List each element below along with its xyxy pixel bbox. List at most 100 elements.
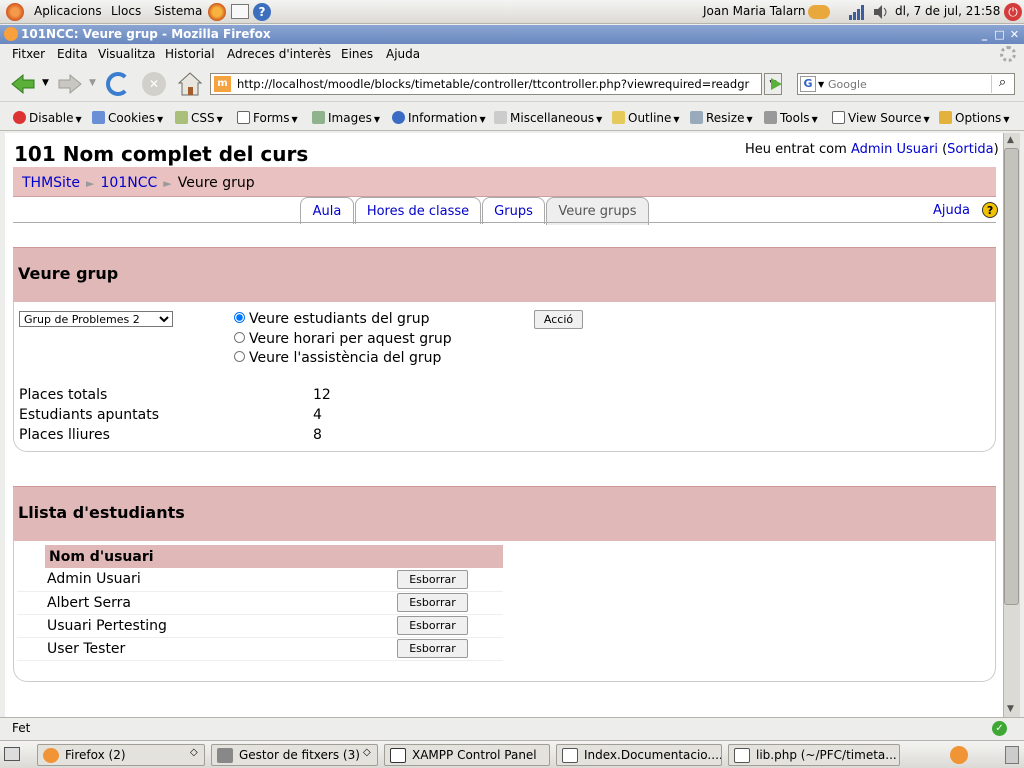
outline-pencil-icon: [612, 111, 625, 124]
search-engine-icon[interactable]: G: [800, 76, 816, 92]
show-desktop-icon[interactable]: [4, 747, 20, 761]
home-icon[interactable]: [177, 71, 203, 97]
status-ok-icon[interactable]: ✓: [992, 721, 1007, 736]
menu-eines[interactable]: Eines: [341, 47, 373, 61]
dropdown-arrow-icon: ▼: [923, 115, 930, 124]
login-info: Heu entrat com Admin Usuari (Sortida): [745, 142, 999, 157]
table-header-username: Nom d'usuari: [45, 545, 395, 568]
forward-history-dropdown-icon[interactable]: ▼: [89, 78, 96, 88]
radio-view-timetable[interactable]: Veure horari per aquest grup: [234, 331, 452, 347]
dropdown-arrow-icon: ▼: [479, 115, 486, 124]
firefox-tray-icon[interactable]: [950, 746, 968, 764]
student-name: Usuari Pertesting: [45, 614, 395, 638]
wd-outline[interactable]: Outline ▼: [612, 111, 680, 125]
wd-view-source[interactable]: View Source ▼: [832, 111, 930, 125]
help-question-icon[interactable]: ?: [982, 202, 999, 218]
back-history-dropdown-icon[interactable]: ▼: [42, 78, 49, 88]
scroll-down-arrow-icon[interactable]: ▼: [1007, 704, 1014, 714]
wd-options-label: Options: [955, 111, 1002, 125]
search-box[interactable]: G ▼ ⌕: [797, 73, 1015, 95]
action-button[interactable]: Acció: [534, 310, 583, 329]
tab-veure-grups[interactable]: Veure grups: [546, 197, 649, 225]
trash-icon[interactable]: [1005, 746, 1019, 764]
breadcrumb-site[interactable]: THMSite: [22, 175, 80, 191]
user-name[interactable]: Joan Maria Talarn: [703, 4, 806, 18]
forms-icon: [237, 111, 250, 124]
tab-grups[interactable]: Grups: [482, 197, 545, 224]
menu-places[interactable]: Llocs: [111, 4, 141, 18]
minimize-icon[interactable]: _: [978, 28, 991, 41]
delete-button[interactable]: Esborrar: [397, 616, 468, 635]
help-launcher-icon[interactable]: ?: [253, 3, 271, 21]
menu-ajuda[interactable]: Ajuda: [386, 47, 420, 61]
search-input[interactable]: [828, 75, 988, 93]
radio-view-students[interactable]: Veure estudiants del grup: [234, 311, 429, 327]
go-arrow-icon[interactable]: [768, 76, 784, 92]
volume-icon[interactable]: [872, 4, 890, 20]
ubuntu-logo-icon[interactable]: [6, 3, 24, 21]
network-manager-icon[interactable]: [808, 5, 830, 19]
css-icon: [175, 111, 188, 124]
menu-visualitza[interactable]: Visualitza: [98, 47, 156, 61]
delete-button[interactable]: Esborrar: [397, 639, 468, 658]
task-index-doc[interactable]: Index.Documentacio....: [556, 744, 722, 766]
menu-fitxer[interactable]: Fitxer: [12, 47, 45, 61]
wd-css[interactable]: CSS ▼: [175, 111, 223, 125]
throbber-icon: [1000, 46, 1016, 62]
delete-button[interactable]: Esborrar: [397, 569, 468, 589]
wd-options[interactable]: Options ▼: [939, 111, 1009, 125]
search-magnifier-icon[interactable]: ⌕: [991, 75, 1013, 93]
mail-launcher-icon[interactable]: [231, 4, 249, 19]
wd-information[interactable]: Information ▼: [392, 111, 486, 125]
menu-historial[interactable]: Historial: [165, 47, 215, 61]
maximize-icon[interactable]: □: [993, 28, 1006, 41]
reload-icon[interactable]: [106, 72, 130, 96]
wd-view-source-label: View Source: [848, 111, 922, 125]
firefox-launcher-icon[interactable]: [208, 3, 226, 21]
wd-miscellaneous[interactable]: Miscellaneous ▼: [494, 111, 602, 125]
scroll-up-arrow-icon[interactable]: ▲: [1007, 135, 1014, 145]
tab-aula[interactable]: Aula: [300, 197, 354, 224]
clock[interactable]: dl, 7 de jul, 21:58: [895, 4, 1000, 18]
help-link-wrap[interactable]: Ajuda ?: [933, 202, 999, 218]
menu-applications[interactable]: Aplicacions: [34, 4, 102, 18]
radio-view-attendance-input[interactable]: [234, 351, 245, 362]
url-input[interactable]: http://localhost/moodle/blocks/timetable…: [210, 73, 762, 95]
wd-tools[interactable]: Tools ▼: [764, 111, 818, 125]
radio-view-attendance[interactable]: Veure l'assistència del grup: [234, 350, 441, 366]
menu-system[interactable]: Sistema: [154, 4, 202, 18]
task-firefox[interactable]: Firefox (2) ◇: [37, 744, 205, 766]
radio-view-timetable-input[interactable]: [234, 332, 245, 343]
tab-hores-de-classe[interactable]: Hores de classe: [355, 197, 481, 224]
scrollbar-thumb[interactable]: [1004, 148, 1019, 605]
stop-icon[interactable]: ✕: [142, 72, 166, 96]
task-lib-php[interactable]: lib.php (~/PFC/timeta...: [728, 744, 900, 766]
text-editor-task-icon: [734, 748, 750, 763]
wd-resize[interactable]: Resize ▼: [690, 111, 753, 125]
shutdown-icon[interactable]: ⏻: [1004, 3, 1022, 21]
forward-arrow-icon[interactable]: [57, 73, 83, 95]
menu-edita[interactable]: Edita: [57, 47, 88, 61]
back-arrow-icon[interactable]: [10, 73, 36, 95]
wd-disable[interactable]: Disable ▼: [13, 111, 82, 125]
breadcrumb-course[interactable]: 101NCC: [101, 175, 158, 191]
close-icon[interactable]: ✕: [1008, 28, 1021, 41]
radio-view-students-input[interactable]: [234, 312, 245, 323]
group-select[interactable]: Grup de Problemes 2: [19, 311, 173, 327]
wd-forms[interactable]: Forms ▼: [237, 111, 298, 125]
task-file-manager[interactable]: Gestor de fitxers (3) ◇: [211, 744, 378, 766]
table-cell-blank: [17, 614, 45, 638]
delete-button[interactable]: Esborrar: [397, 593, 468, 612]
wd-images[interactable]: Images ▼: [312, 111, 380, 125]
menu-adreces[interactable]: Adreces d'interès: [227, 47, 331, 61]
task-xampp[interactable]: XAMPP Control Panel: [384, 744, 550, 766]
login-user-link[interactable]: Admin Usuari: [851, 142, 938, 157]
help-link[interactable]: Ajuda: [933, 203, 970, 218]
window-titlebar[interactable]: 101NCC: Veure grup - Mozilla Firefox _ □…: [0, 25, 1024, 44]
wd-cookies[interactable]: Cookies ▼: [92, 111, 163, 125]
logout-link[interactable]: Sortida: [947, 142, 993, 157]
search-engine-dropdown-icon[interactable]: ▼: [818, 80, 824, 89]
images-icon: [312, 111, 325, 124]
signal-bars-icon[interactable]: [848, 4, 866, 20]
student-table: Nom d'usuari Admin Usuari Esborrar Alber…: [17, 545, 503, 661]
